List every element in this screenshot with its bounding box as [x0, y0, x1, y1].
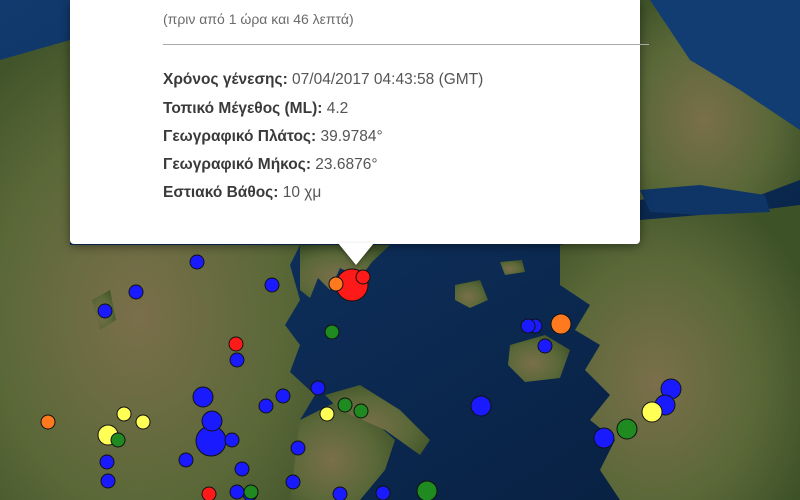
earthquake-marker-blue[interactable]	[264, 277, 280, 293]
earthquake-marker-blue[interactable]	[258, 398, 274, 414]
earthquake-marker-blue[interactable]	[285, 474, 301, 490]
earthquake-marker-blue[interactable]	[375, 485, 391, 500]
earthquake-marker-yellow[interactable]	[641, 401, 663, 423]
earthquake-marker-orange[interactable]	[328, 276, 344, 292]
earthquake-marker-blue[interactable]	[192, 386, 214, 408]
earthquake-marker-blue[interactable]	[178, 452, 194, 468]
earthquake-marker-blue[interactable]	[224, 432, 240, 448]
popup-label: Εστιακό Βάθος:	[163, 184, 279, 201]
earthquake-marker-green[interactable]	[243, 484, 259, 500]
earthquake-marker-orange[interactable]	[40, 414, 56, 430]
earthquake-marker-blue[interactable]	[100, 473, 116, 489]
popup-label: Τοπικό Μέγεθος (ML):	[163, 100, 323, 117]
earthquake-marker-blue[interactable]	[229, 484, 245, 500]
earthquake-marker-blue[interactable]	[229, 352, 245, 368]
popup-time-ago: (πριν από 1 ώρα και 46 λεπτά)	[163, 11, 354, 27]
earthquake-marker-green[interactable]	[616, 418, 638, 440]
earthquake-marker-blue[interactable]	[275, 388, 291, 404]
earthquake-marker-green[interactable]	[416, 480, 438, 500]
earthquake-marker-blue[interactable]	[470, 395, 492, 417]
popup-value: 10 χμ	[278, 184, 322, 201]
popup-pointer	[338, 243, 374, 265]
earthquake-marker-green[interactable]	[324, 324, 340, 340]
earthquake-marker-red[interactable]	[355, 269, 371, 285]
earthquake-marker-orange[interactable]	[550, 313, 572, 335]
popup-label: Γεωγραφικό Μήκος:	[163, 156, 311, 173]
earthquake-marker-green[interactable]	[337, 397, 353, 413]
earthquake-marker-blue[interactable]	[520, 318, 536, 334]
earthquake-marker-green[interactable]	[353, 403, 369, 419]
popup-divider	[163, 44, 649, 45]
earthquake-marker-blue[interactable]	[310, 380, 326, 396]
earthquake-marker-blue[interactable]	[189, 254, 205, 270]
earthquake-marker-yellow[interactable]	[319, 406, 335, 422]
popup-label: Χρόνος γένεσης:	[163, 71, 288, 88]
earthquake-marker-blue[interactable]	[99, 454, 115, 470]
earthquake-marker-blue[interactable]	[128, 284, 144, 300]
earthquake-marker-red[interactable]	[201, 486, 217, 500]
popup-row-magnitude: Τοπικό Μέγεθος (ML): 4.2	[163, 99, 348, 119]
earthquake-marker-yellow[interactable]	[135, 414, 151, 430]
earthquake-marker-blue[interactable]	[234, 461, 250, 477]
popup-value: 4.2	[322, 100, 349, 117]
earthquake-info-popup: (πριν από 1 ώρα και 46 λεπτά) Χρόνος γέν…	[70, 0, 649, 244]
earthquake-marker-green[interactable]	[110, 432, 126, 448]
earthquake-marker-yellow[interactable]	[116, 406, 132, 422]
popup-row-latitude: Γεωγραφικό Πλάτος: 39.9784°	[163, 127, 383, 147]
earthquake-marker-red[interactable]	[228, 336, 244, 352]
popup-row-depth: Εστιακό Βάθος: 10 χμ	[163, 183, 321, 203]
earthquake-marker-blue[interactable]	[290, 440, 306, 456]
earthquake-marker-blue[interactable]	[332, 486, 348, 500]
popup-value: 07/04/2017 04:43:58 (GMT)	[287, 71, 484, 88]
popup-label: Γεωγραφικό Πλάτος:	[163, 128, 317, 145]
earthquake-marker-blue[interactable]	[593, 427, 615, 449]
popup-row-longitude: Γεωγραφικό Μήκος: 23.6876°	[163, 155, 378, 175]
popup-value: 39.9784°	[316, 128, 383, 145]
popup-value: 23.6876°	[311, 156, 378, 173]
earthquake-marker-blue[interactable]	[201, 410, 223, 432]
earthquake-marker-blue[interactable]	[97, 303, 113, 319]
popup-row-origin-time: Χρόνος γένεσης: 07/04/2017 04:43:58 (GMT…	[163, 70, 483, 90]
earthquake-marker-blue[interactable]	[537, 338, 553, 354]
